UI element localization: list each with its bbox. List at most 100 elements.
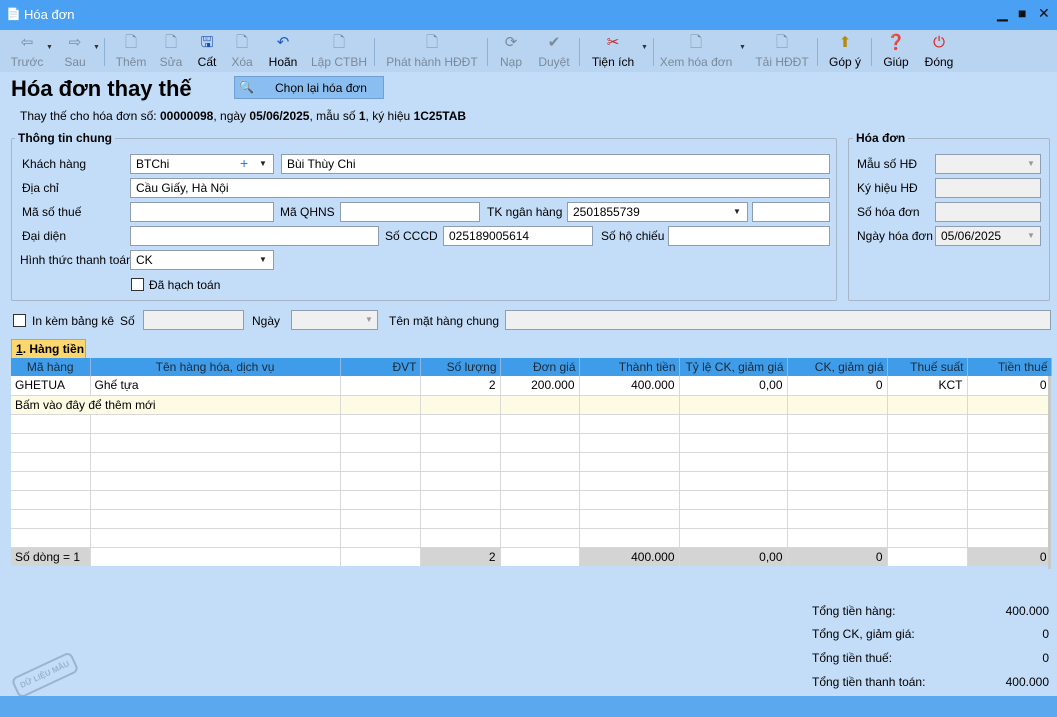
cell-name[interactable]: Ghế tựa bbox=[90, 376, 341, 396]
cell-tax[interactable]: 0 bbox=[967, 376, 1052, 396]
chevron-down-icon[interactable]: ▼ bbox=[365, 315, 373, 324]
attach-list-checkbox[interactable] bbox=[13, 314, 26, 327]
empty-row bbox=[11, 490, 1052, 510]
help-button[interactable]: ❓ Giúp bbox=[880, 30, 912, 72]
table-footer: Số dòng = 1 2 400.000 0,00 0 0 bbox=[11, 547, 1052, 566]
close-button[interactable]: ⏻ Đóng bbox=[920, 30, 958, 72]
column-header[interactable]: Đơn giá bbox=[500, 358, 580, 376]
add-new-row-label[interactable]: Bấm vào đây để thêm mới bbox=[11, 395, 341, 415]
chevron-down-icon[interactable]: ▼ bbox=[1027, 231, 1035, 240]
customer-label: Khách hàng bbox=[22, 157, 87, 171]
column-header[interactable]: Mã hàng bbox=[11, 358, 91, 376]
refresh-icon: ⟳ bbox=[504, 34, 518, 51]
invoice-group-title: Hóa đơn bbox=[853, 131, 909, 145]
total-payment-label: Tổng tiền thanh toán: bbox=[812, 675, 926, 689]
column-header[interactable]: Tên hàng hóa, dịch vụ bbox=[90, 358, 341, 376]
attach-no-field[interactable] bbox=[143, 310, 244, 330]
maximize-button[interactable]: ■ bbox=[1018, 5, 1026, 21]
title-bar: 📄 Hóa đơn ▁ ■ ✕ bbox=[0, 0, 1057, 30]
close-window-button[interactable]: ✕ bbox=[1038, 5, 1050, 22]
payment-method-label: Hình thức thanh toán bbox=[20, 253, 133, 267]
create-ctbh-button[interactable]: 🗋 Lập CTBH bbox=[310, 30, 368, 72]
table-row[interactable]: GHETUA Ghế tựa 2 200.000 400.000 0,00 0 … bbox=[11, 376, 1052, 396]
issue-einvoice-button[interactable]: 🗋 Phát hành HĐĐT bbox=[384, 30, 480, 72]
chevron-down-icon[interactable]: ▼ bbox=[1027, 159, 1035, 168]
cell-amount[interactable]: 400.000 bbox=[579, 376, 680, 396]
chevron-down-icon[interactable]: ▼ bbox=[259, 159, 267, 168]
next-button[interactable]: ⇨ Sau bbox=[58, 30, 92, 72]
bank-account-combo[interactable]: 2501855739 bbox=[567, 202, 748, 222]
utilities-button[interactable]: ✂ Tiện ích bbox=[589, 30, 637, 72]
column-header[interactable]: Số lượng bbox=[420, 358, 501, 376]
toolbar: ⇦ Trước ▼ ⇨ Sau ▼ 🗋 Thêm 🗋 Sửa 🖫 Cất 🗋 Xóa ↶ Ho… bbox=[0, 30, 1057, 72]
cell-price[interactable]: 200.000 bbox=[500, 376, 580, 396]
total-tax-value: 0 bbox=[1042, 651, 1049, 665]
invoice-date-label: Ngày hóa đơn bbox=[857, 229, 933, 243]
column-header[interactable]: ĐVT bbox=[340, 358, 421, 376]
tax-code-field[interactable] bbox=[130, 202, 274, 222]
approve-button[interactable]: ✔ Duyệt bbox=[535, 30, 573, 72]
cell-qty[interactable]: 2 bbox=[420, 376, 501, 396]
row-count: Số dòng = 1 bbox=[11, 547, 91, 566]
empty-row bbox=[11, 471, 1052, 491]
bank-extra-field[interactable] bbox=[752, 202, 830, 222]
feedback-icon: ⬆ bbox=[838, 34, 852, 51]
goods-table: Mã hàng Tên hàng hóa, dịch vụ ĐVT Số lượ… bbox=[11, 358, 1052, 566]
add-new-row[interactable]: Bấm vào đây để thêm mới bbox=[11, 395, 1052, 415]
chevron-down-icon[interactable]: ▼ bbox=[259, 255, 267, 264]
customer-code-combo[interactable]: BTChi bbox=[130, 154, 274, 174]
address-field[interactable]: Cầu Giấy, Hà Nội bbox=[130, 178, 830, 198]
payment-method-select[interactable]: CK bbox=[130, 250, 274, 270]
feedback-button[interactable]: ⬆ Góp ý bbox=[826, 30, 864, 72]
view-invoice-button[interactable]: 🗋 Xem hóa đơn bbox=[658, 30, 734, 72]
attach-list-label: In kèm bảng kê bbox=[32, 314, 115, 328]
posted-label: Đã hạch toán bbox=[149, 278, 221, 292]
issue-document-icon: 🗋 bbox=[425, 34, 439, 51]
qhns-field[interactable] bbox=[340, 202, 480, 222]
invoice-number-field[interactable] bbox=[935, 202, 1041, 222]
window-title: Hóa đơn bbox=[24, 7, 75, 22]
column-header[interactable]: Tỷ lệ CK, giảm giá bbox=[679, 358, 788, 376]
add-customer-icon[interactable]: + bbox=[240, 155, 248, 171]
load-button[interactable]: ⟳ Nạp bbox=[496, 30, 526, 72]
invoice-number-label: Số hóa đơn bbox=[857, 205, 920, 219]
table-header: Mã hàng Tên hàng hóa, dịch vụ ĐVT Số lượ… bbox=[11, 358, 1052, 376]
posted-checkbox[interactable] bbox=[131, 278, 144, 291]
bank-account-label: TK ngân hàng bbox=[487, 205, 563, 219]
total-discount-label: Tổng CK, giảm giá: bbox=[812, 627, 915, 641]
cccd-label: Số CCCD bbox=[385, 229, 438, 243]
empty-row bbox=[11, 414, 1052, 434]
total-payment-value: 400.000 bbox=[1005, 675, 1049, 689]
cccd-field[interactable]: 025189005614 bbox=[443, 226, 593, 246]
undo-button[interactable]: ↶ Hoãn bbox=[264, 30, 302, 72]
common-item-field[interactable] bbox=[505, 310, 1051, 330]
cell-unit[interactable] bbox=[340, 376, 421, 396]
column-header[interactable]: CK, giảm giá bbox=[787, 358, 888, 376]
representative-field[interactable] bbox=[130, 226, 379, 246]
invoice-date-field[interactable]: 05/06/2025 bbox=[935, 226, 1041, 246]
column-header[interactable]: Thuế suất bbox=[887, 358, 968, 376]
edit-button[interactable]: 🗋 Sửa bbox=[157, 30, 185, 72]
invoice-symbol-field[interactable] bbox=[935, 178, 1041, 198]
add-button[interactable]: 🗋 Thêm bbox=[114, 30, 148, 72]
cell-discount[interactable]: 0 bbox=[787, 376, 888, 396]
download-einvoice-button[interactable]: 🗋 Tải HĐĐT bbox=[752, 30, 812, 72]
choose-invoice-button[interactable]: 🔍 Chọn lại hóa đơn bbox=[234, 76, 384, 99]
passport-field[interactable] bbox=[668, 226, 830, 246]
save-button[interactable]: 🖫 Cất bbox=[193, 30, 221, 72]
chevron-down-icon[interactable]: ▼ bbox=[733, 207, 741, 216]
app-icon: 📄 bbox=[6, 7, 21, 21]
column-header[interactable]: Thành tiền bbox=[579, 358, 680, 376]
customer-name-field[interactable]: Bùi Thùy Chi bbox=[281, 154, 830, 174]
minimize-button[interactable]: ▁ bbox=[997, 5, 1008, 22]
delete-button[interactable]: 🗋 Xóa bbox=[228, 30, 256, 72]
invoice-form-select[interactable] bbox=[935, 154, 1041, 174]
cell-tax-rate[interactable]: KCT bbox=[887, 376, 968, 396]
table-scrollbar[interactable] bbox=[1048, 376, 1051, 569]
tab-goods-money[interactable]: 1. Hàng tiền bbox=[11, 339, 86, 358]
tools-icon: ✂ bbox=[606, 34, 620, 51]
cell-code[interactable]: GHETUA bbox=[11, 376, 91, 396]
column-header[interactable]: Tiền thuế bbox=[967, 358, 1052, 376]
cell-discount-rate[interactable]: 0,00 bbox=[679, 376, 788, 396]
back-button[interactable]: ⇦ Trước bbox=[8, 30, 46, 72]
